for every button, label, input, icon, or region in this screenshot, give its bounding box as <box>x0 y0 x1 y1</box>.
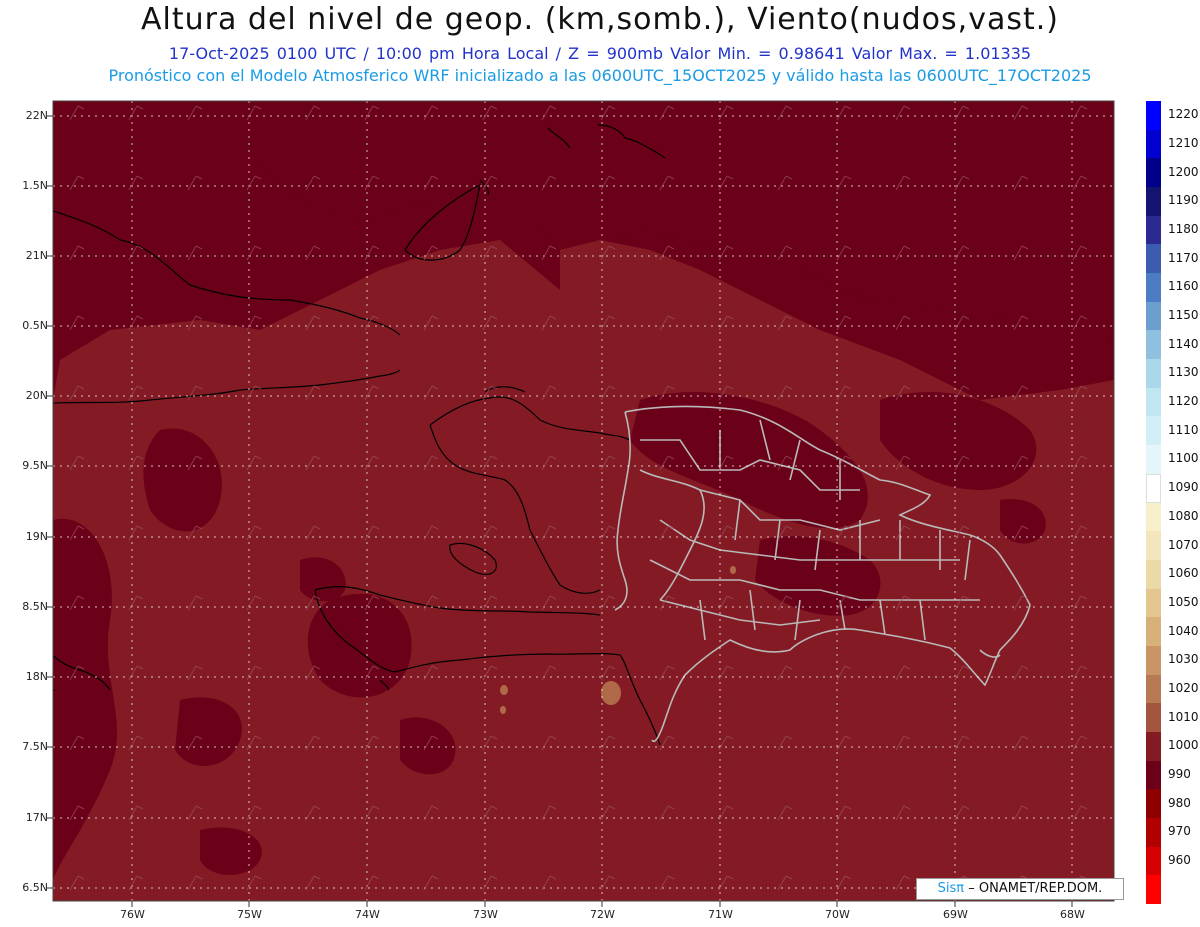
legend-label: 1140 <box>1168 336 1199 351</box>
legend-swatch <box>1146 129 1161 159</box>
legend-label: 1010 <box>1168 709 1199 724</box>
lon-label-68w: 68W <box>1060 908 1085 921</box>
legend-swatch <box>1146 817 1161 848</box>
legend-swatch <box>1146 645 1161 676</box>
legend-swatch <box>1146 187 1161 217</box>
legend-swatch <box>1146 760 1161 790</box>
lat-label-17n: 17N <box>25 811 48 824</box>
legend-swatch <box>1146 703 1161 733</box>
legend-swatch <box>1146 101 1161 131</box>
lat-label-21n: 21N <box>25 249 48 262</box>
lat-label-21-5n: 1.5N <box>22 179 48 192</box>
legend-label: 1190 <box>1168 193 1199 208</box>
sispi-logo: Sisπ <box>937 881 965 896</box>
legend-swatch <box>1146 531 1161 561</box>
lon-label-75w: 75W <box>237 908 262 921</box>
legend-label: 1150 <box>1168 308 1199 323</box>
legend-label: 980 <box>1168 795 1191 810</box>
legend-label: 1050 <box>1168 594 1199 609</box>
legend-swatch <box>1146 273 1161 303</box>
forecast-map[interactable] <box>0 0 1200 927</box>
lat-label-19-5n: 9.5N <box>22 459 48 472</box>
legend-swatch <box>1146 387 1161 417</box>
legend-label: 1020 <box>1168 680 1199 695</box>
lat-label-17-5n: 7.5N <box>22 740 48 753</box>
legend-swatch <box>1146 731 1161 762</box>
legend-swatch <box>1146 359 1161 389</box>
lon-label-76w: 76W <box>120 908 145 921</box>
legend-swatch <box>1146 559 1161 590</box>
lon-label-69w: 69W <box>943 908 968 921</box>
legend-label: 970 <box>1168 824 1191 839</box>
legend-label: 1120 <box>1168 394 1199 409</box>
lat-label-20-5n: 0.5N <box>22 319 48 332</box>
legend-label: 1130 <box>1168 365 1199 380</box>
legend-label: 1200 <box>1168 164 1199 179</box>
legend-label: 1080 <box>1168 508 1199 523</box>
lat-label-19n: 19N <box>25 530 48 543</box>
legend-label: 1100 <box>1168 451 1199 466</box>
legend-swatch <box>1146 158 1161 188</box>
lat-label-20n: 20N <box>25 389 48 402</box>
legend-swatch <box>1146 215 1161 245</box>
legend-swatch <box>1146 846 1161 876</box>
legend-label: 1060 <box>1168 566 1199 581</box>
lat-label-16-5n: 6.5N <box>22 881 48 894</box>
legend-label: 1110 <box>1168 422 1199 437</box>
legend-swatch <box>1146 473 1161 503</box>
legend-label: 990 <box>1168 766 1191 781</box>
legend-swatch <box>1146 445 1161 475</box>
legend-label: 960 <box>1168 852 1191 867</box>
legend-label: 1090 <box>1168 480 1199 495</box>
legend-swatch <box>1146 502 1161 532</box>
color-scale-legend: 1220 1210 1200 1190 1180 1170 1160 1150 1140 1130… <box>1146 101 1200 905</box>
legend-label: 1070 <box>1168 537 1199 552</box>
legend-swatch <box>1146 330 1161 360</box>
legend-swatch <box>1146 617 1161 647</box>
legend-label: 1030 <box>1168 652 1199 667</box>
legend-label: 1180 <box>1168 222 1199 237</box>
legend-swatch <box>1146 789 1161 819</box>
lon-label-71w: 71W <box>708 908 733 921</box>
legend-swatch <box>1146 674 1161 704</box>
legend-label: 1210 <box>1168 136 1199 151</box>
lat-label-18n: 18N <box>25 670 48 683</box>
lat-label-22n: 22N <box>25 109 48 122</box>
legend-swatch <box>1146 301 1161 331</box>
legend-label: 1160 <box>1168 279 1199 294</box>
lon-label-70w: 70W <box>825 908 850 921</box>
lon-label-74w: 74W <box>355 908 380 921</box>
legend-swatch <box>1146 588 1161 618</box>
legend-label: 1220 <box>1168 107 1199 122</box>
legend-label: 1040 <box>1168 623 1199 638</box>
legend-swatch <box>1146 875 1161 905</box>
lon-label-73w: 73W <box>473 908 498 921</box>
credit-box: Sisπ – ONAMET/REP.DOM. <box>916 878 1124 900</box>
legend-label: 1000 <box>1168 738 1199 753</box>
legend-swatch <box>1146 416 1161 446</box>
legend-label: 1170 <box>1168 250 1199 265</box>
lon-label-72w: 72W <box>590 908 615 921</box>
legend-swatch <box>1146 244 1161 274</box>
lat-label-18-5n: 8.5N <box>22 600 48 613</box>
credit-org-text: – ONAMET/REP.DOM. <box>968 881 1103 896</box>
